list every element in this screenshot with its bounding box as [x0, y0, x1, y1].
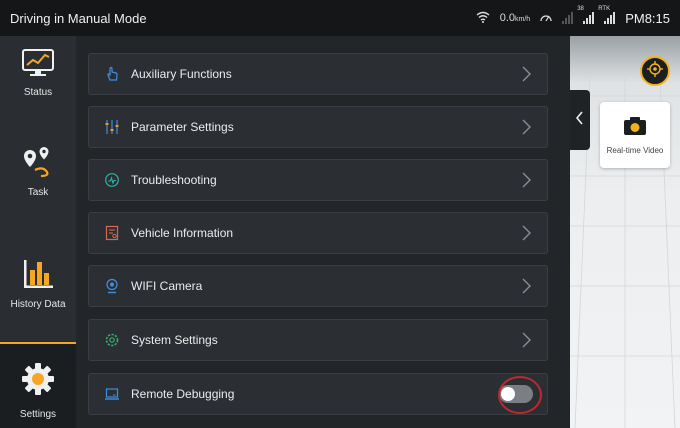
sidebar-item-label: History Data [10, 299, 66, 310]
laptop-icon [102, 384, 122, 404]
settings-panel: Auxiliary Functions Parameter Settings T… [76, 36, 570, 428]
menu-item-label: System Settings [131, 333, 218, 347]
menu-item-label: Auxiliary Functions [131, 67, 232, 81]
drawer-toggle-button[interactable] [570, 90, 590, 150]
video-button-label: Real-time Video [606, 145, 664, 155]
sidebar-item-status[interactable]: Status [0, 48, 76, 98]
route-pin-icon [21, 146, 55, 183]
menu-item-wifi-camera[interactable]: WIFI Camera [88, 265, 548, 307]
speed-gauge-icon [540, 12, 552, 25]
chevron-right-icon [521, 225, 531, 241]
bar-chart-icon [21, 258, 55, 295]
cog-icon [102, 330, 122, 350]
camera-icon [623, 116, 647, 141]
speed-value: 0.0 [499, 12, 516, 24]
menu-item-parameter-settings[interactable]: Parameter Settings [88, 106, 548, 148]
signal-dim-icon [562, 12, 574, 24]
sidebar: Status Task History Data Settings [0, 36, 76, 428]
menu-item-label: Vehicle Information [131, 226, 234, 240]
chevron-right-icon [521, 119, 531, 135]
status-bar: Driving in Manual Mode 0.0km/h 38 RTK PM… [0, 0, 680, 36]
menu-item-label: WIFI Camera [131, 279, 203, 293]
chevron-left-icon [575, 110, 584, 130]
menu-item-label: Parameter Settings [131, 120, 234, 134]
locate-button[interactable] [640, 56, 670, 86]
remote-debugging-toggle[interactable] [499, 385, 533, 403]
chevron-right-icon [521, 66, 531, 82]
menu-item-vehicle-information[interactable]: Vehicle Information [88, 212, 548, 254]
clock: PM8:15 [625, 10, 670, 26]
status-indicators: 0.0km/h 38 RTK PM8:15 [476, 6, 670, 26]
menu-item-troubleshooting[interactable]: Troubleshooting [88, 159, 548, 201]
menu-item-label: Troubleshooting [131, 173, 217, 187]
document-icon [102, 223, 122, 243]
chevron-right-icon [521, 332, 531, 348]
sidebar-item-settings[interactable]: Settings [0, 342, 76, 428]
speed-readout: 0.0km/h [500, 12, 530, 24]
webcam-icon [102, 276, 122, 296]
menu-item-label: Remote Debugging [131, 387, 235, 401]
wrench-circle-icon [102, 170, 122, 190]
sidebar-item-label: Status [23, 87, 53, 98]
wifi-icon [476, 11, 490, 26]
toggle-knob [501, 387, 515, 401]
chevron-right-icon [521, 172, 531, 188]
sliders-icon [102, 117, 122, 137]
monitor-chart-icon [21, 48, 55, 83]
speed-unit: km/h [515, 16, 531, 23]
chevron-right-icon [521, 278, 531, 294]
gear-icon [21, 362, 55, 401]
sidebar-item-history-data[interactable]: History Data [0, 258, 76, 310]
rtk-signal-icon: RTK [598, 6, 616, 24]
sidebar-item-task[interactable]: Task [0, 146, 76, 198]
menu-item-remote-debugging: Remote Debugging [88, 373, 548, 415]
sidebar-item-label: Task [27, 187, 49, 198]
satellite-count: 38 [577, 6, 584, 12]
hand-pointer-icon [102, 64, 122, 84]
rtk-label: RTK [598, 6, 611, 12]
menu-item-system-settings[interactable]: System Settings [88, 319, 548, 361]
menu-item-auxiliary-functions[interactable]: Auxiliary Functions [88, 53, 548, 95]
mode-title: Driving in Manual Mode [10, 10, 147, 26]
satellite-signal-icon: 38 [577, 6, 595, 24]
crosshair-icon [647, 60, 663, 82]
scene-view[interactable]: Real-time Video [570, 36, 680, 428]
sidebar-item-label: Settings [19, 409, 57, 420]
real-time-video-button[interactable]: Real-time Video [600, 102, 670, 168]
